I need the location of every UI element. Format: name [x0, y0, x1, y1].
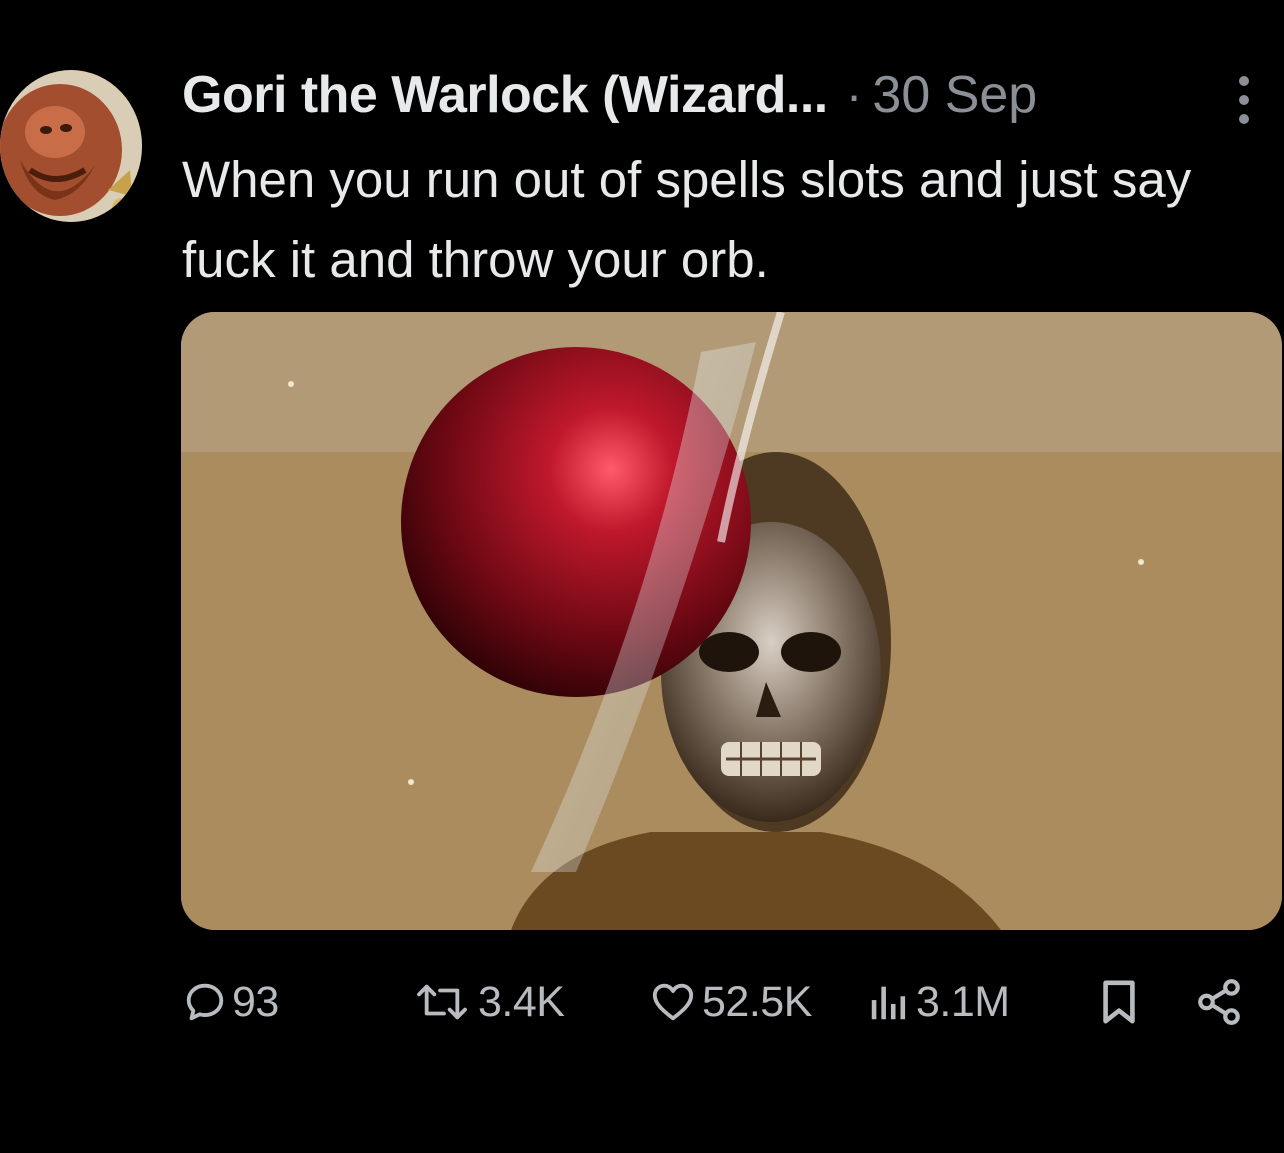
- retweet-icon: [417, 984, 467, 1020]
- share-button[interactable]: [1194, 972, 1244, 1032]
- reply-button[interactable]: 93: [182, 972, 279, 1032]
- more-dot: [1239, 114, 1249, 124]
- retweet-count: 3.4K: [478, 977, 565, 1026]
- tweet-media-image[interactable]: [181, 312, 1282, 930]
- media-illustration: [181, 312, 1282, 930]
- tweet-text: When you run out of spells slots and jus…: [182, 151, 1192, 288]
- retweet-button[interactable]: 3.4K: [410, 972, 565, 1032]
- more-vertical-icon[interactable]: [1224, 70, 1264, 130]
- more-dot: [1239, 95, 1249, 105]
- heart-icon: [652, 983, 694, 1021]
- bookmark-button[interactable]: [1096, 972, 1142, 1032]
- views-button[interactable]: 3.1M: [866, 972, 1010, 1032]
- avatar-image: [0, 70, 142, 222]
- comment-bubble-icon: [186, 983, 224, 1021]
- bar-chart-icon: [871, 986, 906, 1020]
- timestamp[interactable]: 30 Sep: [872, 65, 1037, 125]
- like-button[interactable]: 52.5K: [648, 972, 812, 1032]
- display-name[interactable]: Gori the Warlock (Wizard...: [182, 65, 828, 125]
- avatar[interactable]: [0, 70, 142, 222]
- separator-dot: ·: [845, 67, 863, 123]
- more-dot: [1239, 76, 1249, 86]
- reply-count: 93: [232, 977, 279, 1026]
- tweet: Gori the Warlock (Wizard... · 30 Sep Whe…: [0, 0, 1284, 1153]
- tweet-header: Gori the Warlock (Wizard... · 30 Sep: [182, 62, 1272, 128]
- views-count: 3.1M: [916, 977, 1010, 1026]
- bookmark-icon: [1103, 980, 1135, 1024]
- action-bar: 93 3.4K 52.5K 3.1M: [182, 972, 1262, 1032]
- like-count: 52.5K: [702, 977, 812, 1026]
- share-icon: [1198, 979, 1240, 1025]
